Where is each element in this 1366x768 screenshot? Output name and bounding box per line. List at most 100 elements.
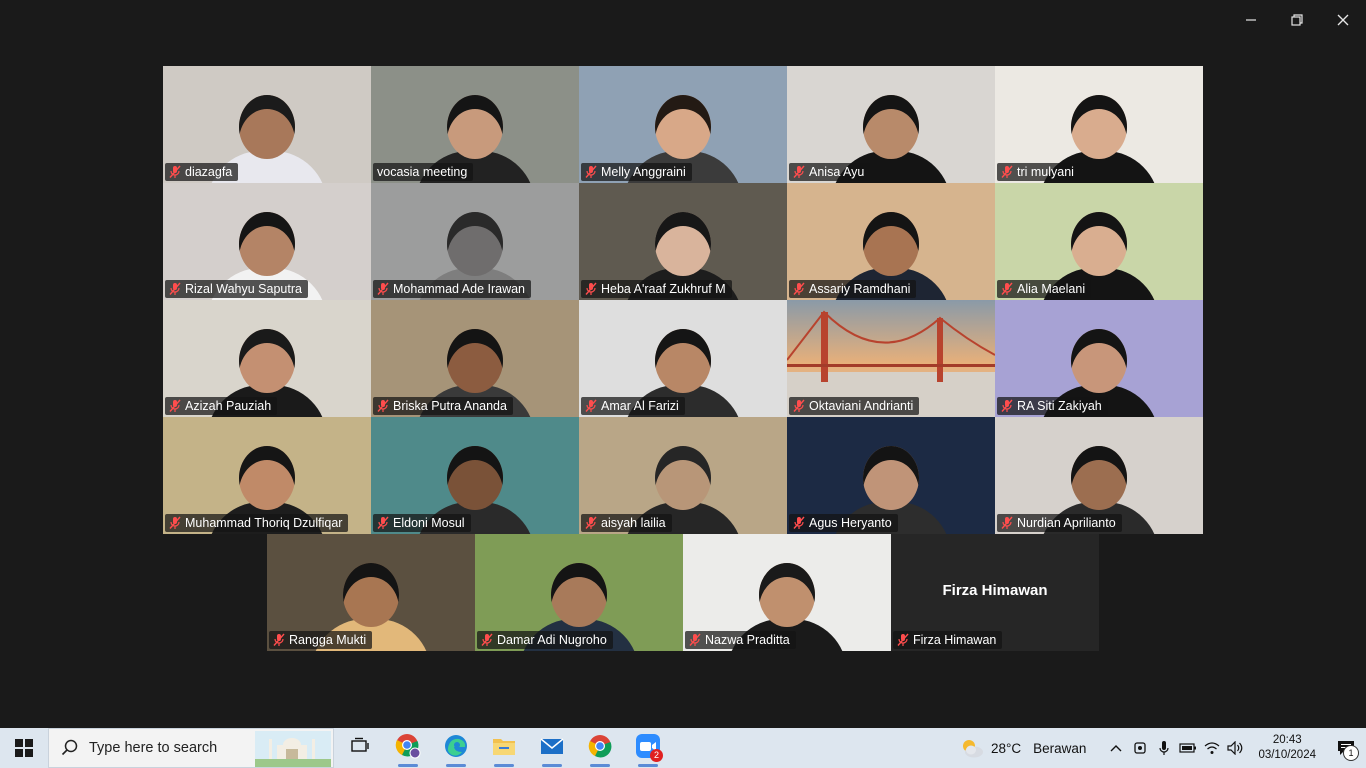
participant-name-tag: Rangga Mukti xyxy=(269,631,373,649)
participant-tile[interactable]: Eldoni Mosul xyxy=(371,417,579,534)
participant-name-tag: Azizah Pauziah xyxy=(165,397,278,415)
windows-logo-icon xyxy=(15,739,33,757)
participant-tile[interactable]: Oktaviani Andrianti xyxy=(787,300,995,417)
participant-face xyxy=(1071,95,1127,159)
microphone-muted-icon xyxy=(1001,516,1013,529)
participant-name-tag: Assariy Ramdhani xyxy=(789,280,917,298)
notification-center-button[interactable]: 1 xyxy=(1326,728,1366,768)
participant-tile[interactable]: Rangga Mukti xyxy=(267,534,475,651)
microphone-muted-icon xyxy=(377,282,389,295)
participant-name-tag: Amar Al Farizi xyxy=(581,397,685,415)
restore-button[interactable] xyxy=(1274,6,1320,34)
participant-name: Firza Himawan xyxy=(913,633,997,647)
clock-date: 03/10/2024 xyxy=(1258,749,1316,761)
participant-face xyxy=(239,212,295,276)
speaker-icon xyxy=(1227,741,1243,755)
microphone-muted-icon xyxy=(377,399,389,412)
participant-tile[interactable]: Alia Maelani xyxy=(995,183,1203,300)
participant-face xyxy=(655,212,711,276)
participant-name: Azizah Pauziah xyxy=(185,399,272,413)
participant-tile[interactable]: RA Siti Zakiyah xyxy=(995,300,1203,417)
participant-tile[interactable]: Briska Putra Ananda xyxy=(371,300,579,417)
microphone-muted-icon xyxy=(169,516,181,529)
microphone-muted-icon xyxy=(793,282,805,295)
microphone-icon xyxy=(1159,741,1170,755)
camera-tray-button[interactable] xyxy=(1128,728,1152,768)
participant-tile[interactable]: Heba A'raaf Zukhruf M xyxy=(579,183,787,300)
participant-tile[interactable]: Melly Anggraini xyxy=(579,66,787,183)
participant-face xyxy=(239,95,295,159)
microphone-muted-icon xyxy=(1001,165,1013,178)
minimize-button[interactable] xyxy=(1228,6,1274,34)
participant-name-tag: Firza Himawan xyxy=(893,631,1003,649)
taskbar-app-zoom[interactable]: 2 xyxy=(624,728,672,768)
participant-tile[interactable]: tri mulyani xyxy=(995,66,1203,183)
participant-tile[interactable]: Assariy Ramdhani xyxy=(787,183,995,300)
restore-icon xyxy=(1291,14,1303,26)
participant-face xyxy=(239,329,295,393)
gallery-view: diazagfa vocasia meeting Melly Anggraini An… xyxy=(163,66,1203,651)
participant-name: Agus Heryanto xyxy=(809,516,892,530)
participant-name-tag: aisyah lailia xyxy=(581,514,672,532)
search-highlight-illustration xyxy=(255,731,331,767)
participant-face xyxy=(655,95,711,159)
participant-tile[interactable]: Muhammad Thoriq Dzulfiqar xyxy=(163,417,371,534)
file-explorer-icon xyxy=(492,735,516,762)
microphone-muted-icon xyxy=(585,282,597,295)
participant-face xyxy=(1071,212,1127,276)
show-hidden-icons-button[interactable] xyxy=(1104,728,1128,768)
participant-tile[interactable]: Anisa Ayu xyxy=(787,66,995,183)
microphone-tray-button[interactable] xyxy=(1152,728,1176,768)
weather-widget[interactable]: 28°C Berawan xyxy=(959,737,1086,759)
participant-name: Muhammad Thoriq Dzulfiqar xyxy=(185,516,343,530)
participant-name: Heba A'raaf Zukhruf M xyxy=(601,282,726,296)
participant-tile[interactable]: diazagfa xyxy=(163,66,371,183)
participant-name-tag: Rizal Wahyu Saputra xyxy=(165,280,308,298)
taskbar-app-task-view[interactable] xyxy=(336,728,384,768)
participant-tile[interactable]: vocasia meeting xyxy=(371,66,579,183)
participant-name-tag: Alia Maelani xyxy=(997,280,1092,298)
wifi-icon xyxy=(1205,742,1220,754)
edge-icon xyxy=(444,734,468,763)
mail-icon xyxy=(540,736,564,761)
search-placeholder: Type here to search xyxy=(89,740,218,756)
participant-name-tag: Heba A'raaf Zukhruf M xyxy=(581,280,732,298)
taskbar-app-edge[interactable] xyxy=(432,728,480,768)
close-icon xyxy=(1337,14,1349,26)
close-button[interactable] xyxy=(1320,6,1366,34)
volume-tray-button[interactable] xyxy=(1224,728,1248,768)
taskbar-app-file-explorer[interactable] xyxy=(480,728,528,768)
participant-face xyxy=(759,563,815,627)
participant-tile[interactable]: Amar Al Farizi xyxy=(579,300,787,417)
notification-count: 1 xyxy=(1343,745,1359,761)
participant-name-tag: Melly Anggraini xyxy=(581,163,692,181)
microphone-muted-icon xyxy=(377,516,389,529)
clock[interactable]: 20:43 03/10/2024 xyxy=(1258,733,1316,763)
microphone-muted-icon xyxy=(169,399,181,412)
participant-tile[interactable]: Azizah Pauziah xyxy=(163,300,371,417)
taskbar-app-mail[interactable] xyxy=(528,728,576,768)
participant-face xyxy=(1071,329,1127,393)
search-box[interactable]: Type here to search xyxy=(48,728,334,768)
participant-face xyxy=(863,446,919,510)
microphone-muted-icon xyxy=(273,633,285,646)
taskbar: Type here to search 2 28°C Berawan 20:43… xyxy=(0,728,1366,768)
participant-face xyxy=(551,563,607,627)
taskbar-app-chrome[interactable] xyxy=(576,728,624,768)
participant-tile[interactable]: Rizal Wahyu Saputra xyxy=(163,183,371,300)
participant-tile[interactable]: Firza Himawan Firza Himawan xyxy=(891,534,1099,651)
participant-tile[interactable]: Damar Adi Nugroho xyxy=(475,534,683,651)
taskbar-app-chrome-profile[interactable] xyxy=(384,728,432,768)
participant-tile[interactable]: Nazwa Praditta xyxy=(683,534,891,651)
participant-tile[interactable]: Agus Heryanto xyxy=(787,417,995,534)
start-button[interactable] xyxy=(0,728,48,768)
participant-tile[interactable]: Nurdian Aprilianto xyxy=(995,417,1203,534)
participant-tile[interactable]: aisyah lailia xyxy=(579,417,787,534)
network-tray-button[interactable] xyxy=(1200,728,1224,768)
participant-face xyxy=(343,563,399,627)
battery-tray-button[interactable] xyxy=(1176,728,1200,768)
participant-name: Amar Al Farizi xyxy=(601,399,679,413)
participant-tile[interactable]: Mohammad Ade Irawan xyxy=(371,183,579,300)
participant-name-tag: Eldoni Mosul xyxy=(373,514,471,532)
microphone-muted-icon xyxy=(481,633,493,646)
